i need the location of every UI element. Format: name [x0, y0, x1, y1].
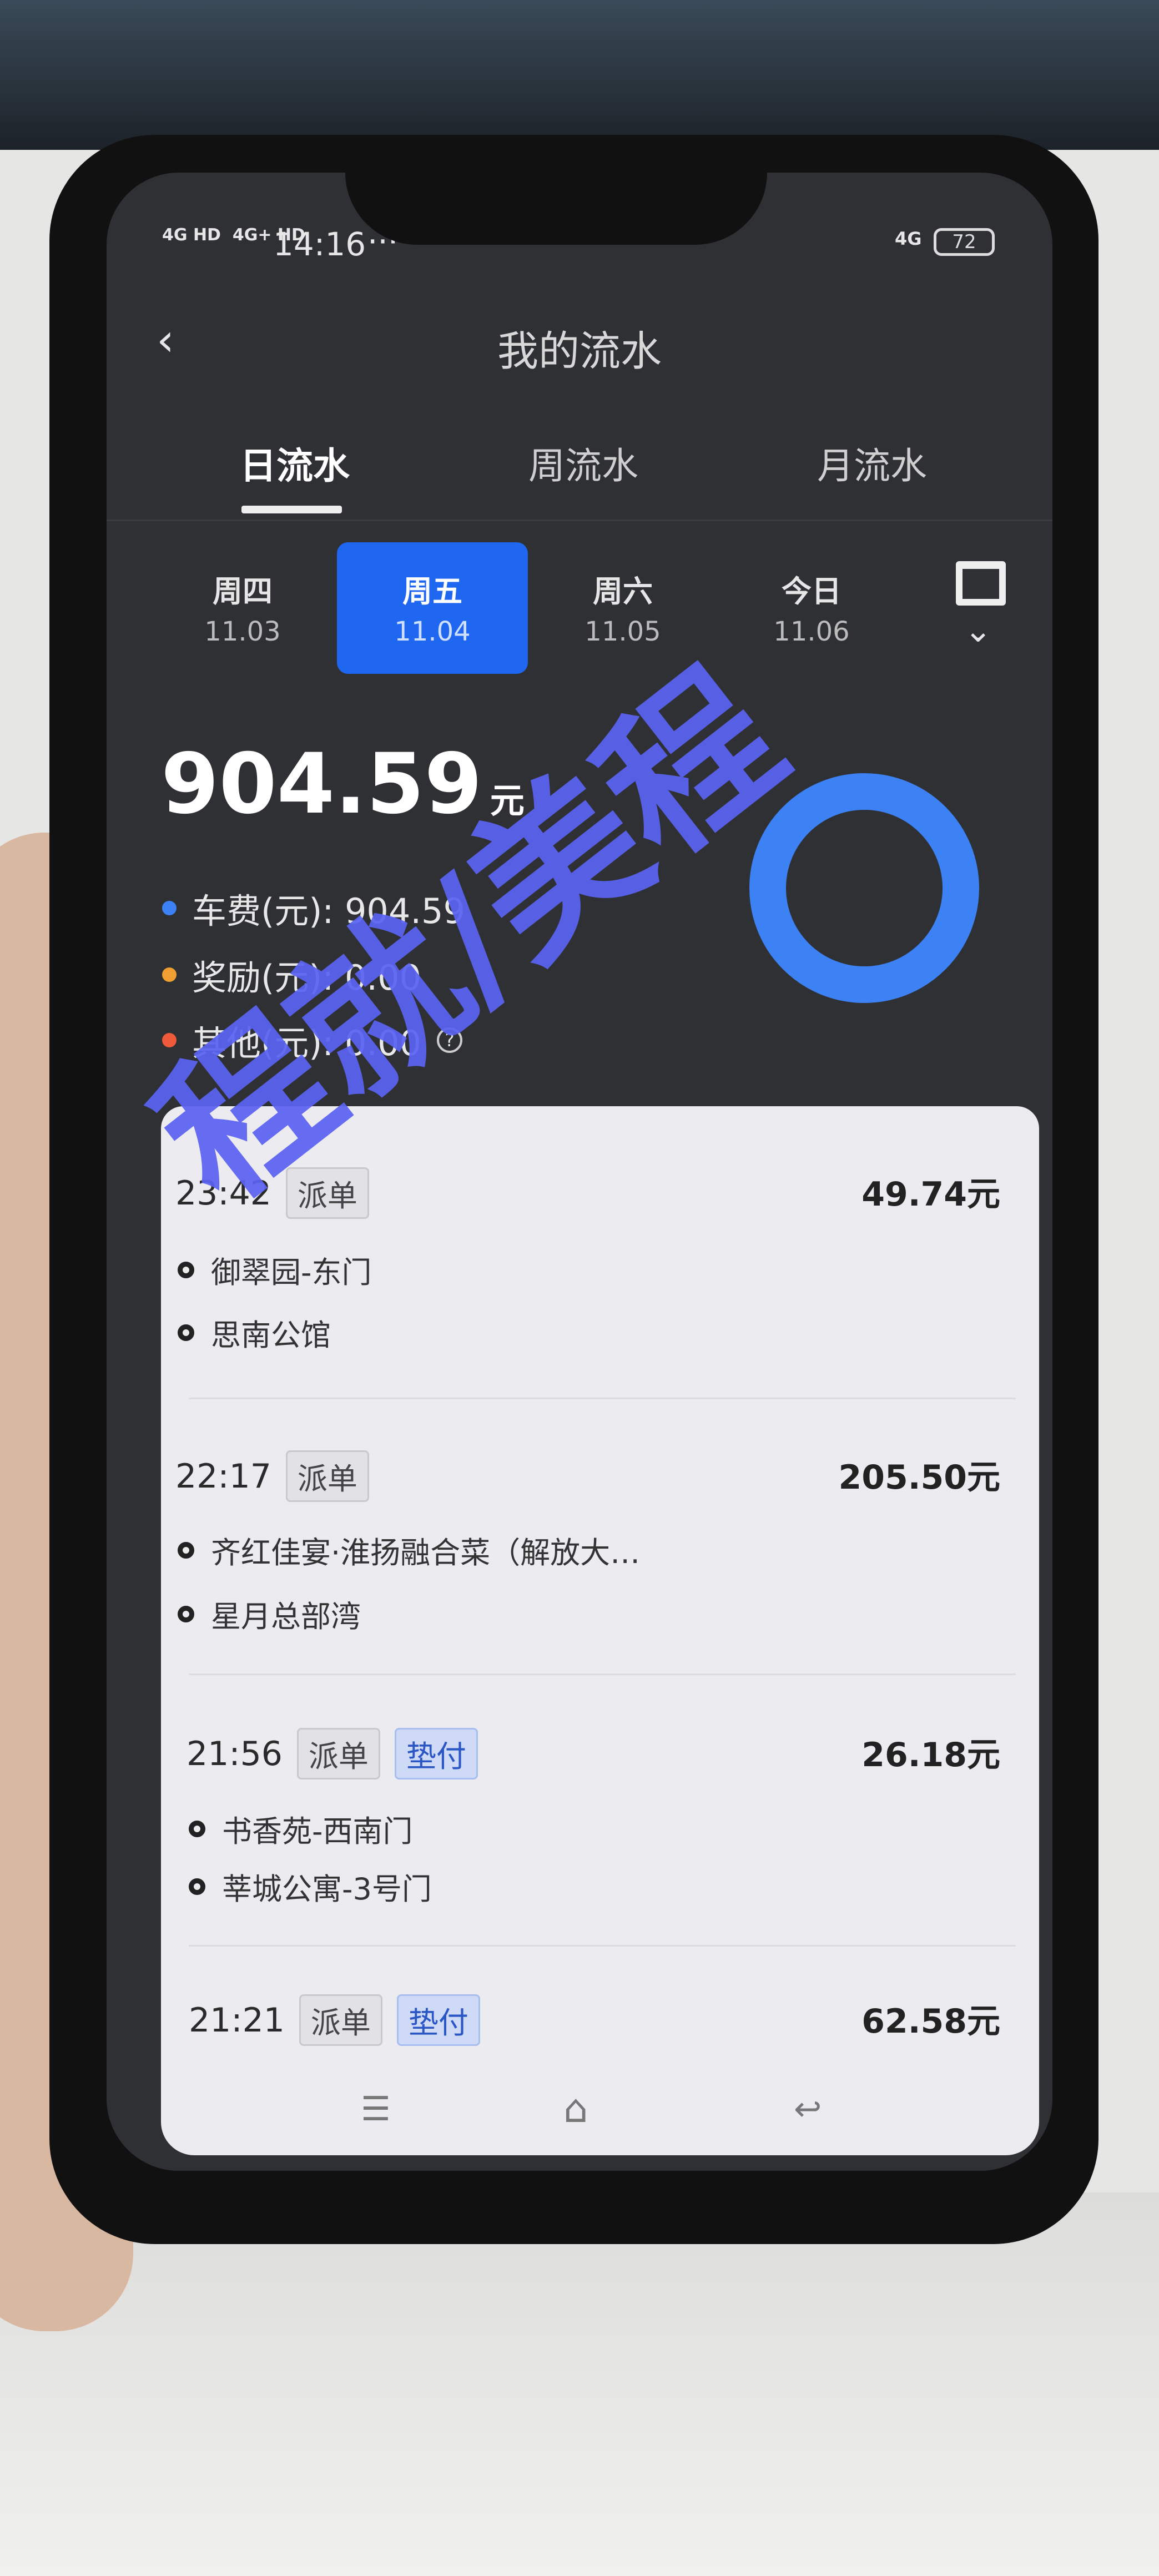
calendar-icon[interactable] — [956, 561, 1006, 606]
status-time: 14:16 — [273, 225, 366, 263]
day-today[interactable]: 今日 11.06 — [728, 567, 895, 647]
background-monitor — [0, 0, 1159, 150]
destination-icon — [178, 1605, 194, 1622]
divider — [189, 1398, 1016, 1399]
background-desk — [0, 2192, 1159, 2576]
back-nav-icon[interactable]: ↩ — [794, 2090, 822, 2129]
day-fri[interactable]: 周五 11.04 — [349, 567, 516, 647]
battery-icon: 72 — [934, 228, 995, 256]
divider — [189, 1945, 1016, 1947]
order-amount: 62.58元 — [861, 2002, 1000, 2041]
page-title: 我的流水 — [497, 327, 662, 375]
dispatch-badge: 派单 — [296, 1728, 380, 1779]
divider — [189, 1673, 1016, 1675]
origin-icon — [189, 1820, 205, 1837]
destination-icon — [178, 1324, 194, 1341]
dropoff-address: 思南公馆 — [178, 1310, 331, 1354]
tab-daily[interactable]: 日流水 — [240, 436, 350, 490]
order-list: 23:42 派单 49.74元 御翠园-东门 思南公馆 22:17 派单 205.5… — [161, 1106, 1039, 2155]
order-amount: 205.50元 — [838, 1458, 1000, 1497]
tab-weekly[interactable]: 周流水 — [528, 436, 638, 490]
tab-indicator — [241, 506, 342, 513]
advance-payment-badge: 垫付 — [394, 1728, 478, 1779]
day-thu[interactable]: 周四 11.03 — [159, 567, 326, 647]
dispatch-badge: 派单 — [299, 1994, 382, 2046]
menu-nav-icon[interactable]: ☰ — [361, 2090, 391, 2129]
destination-icon — [189, 1878, 205, 1895]
dispatch-badge: 派单 — [285, 1450, 369, 1502]
network-icon: 4G — [895, 228, 922, 249]
chevron-down-icon[interactable]: ⌄ — [964, 611, 992, 650]
dropoff-address: 星月总部湾 — [178, 1592, 361, 1636]
order-amount: 26.18元 — [861, 1736, 1000, 1775]
order-row[interactable]: 21:21 派单 垫付 — [189, 1994, 480, 2046]
origin-icon — [178, 1541, 194, 1559]
dropoff-address: 莘城公寓-3号门 — [189, 1864, 432, 1908]
notch — [345, 173, 767, 245]
divider — [107, 520, 1052, 521]
pickup-address: 御翠园-东门 — [178, 1248, 372, 1292]
advance-payment-badge: 垫付 — [396, 1994, 480, 2046]
home-nav-icon[interactable]: ⌂ — [563, 2086, 588, 2131]
tab-monthly[interactable]: 月流水 — [817, 436, 927, 490]
order-row[interactable]: 21:56 派单 垫付 — [187, 1728, 478, 1779]
origin-icon — [178, 1261, 194, 1278]
pickup-address: 齐红佳宴·淮扬融合菜（解放大… — [178, 1528, 640, 1572]
order-row[interactable]: 22:17 派单 — [175, 1450, 369, 1502]
order-amount: 49.74元 — [861, 1175, 1000, 1214]
pickup-address: 书香苑-西南门 — [189, 1807, 413, 1851]
